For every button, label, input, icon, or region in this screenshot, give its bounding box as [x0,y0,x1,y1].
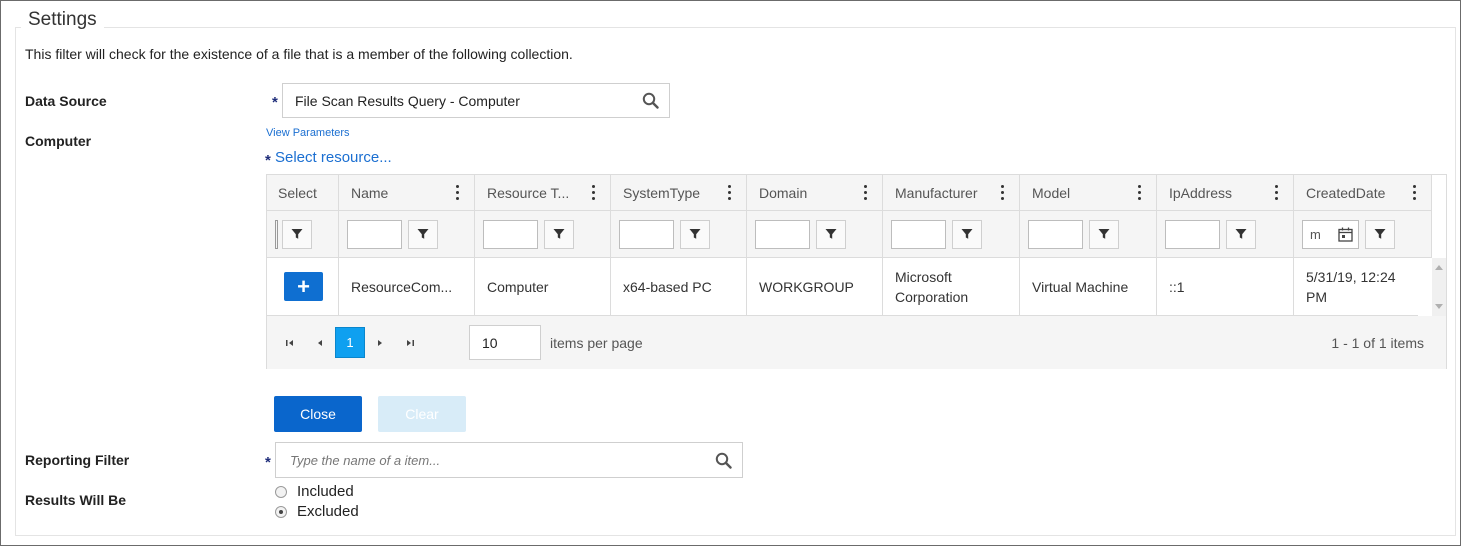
radio-label: Included [297,483,354,500]
filter-cell-select [267,211,339,257]
radio-button-selected[interactable] [275,505,287,518]
close-button[interactable]: Close [274,396,362,432]
scroll-up-icon[interactable] [1435,265,1443,270]
previous-page-icon[interactable] [305,327,335,358]
table-row: + ResourceCom... Computer x64-based PC W… [267,258,1418,316]
clear-button[interactable]: Clear [378,396,466,432]
column-menu-icon[interactable] [728,185,732,201]
column-menu-icon[interactable] [1413,185,1417,201]
data-source-required-mark: * [272,94,278,111]
reporting-filter-field[interactable] [275,442,743,478]
search-icon[interactable] [704,443,742,477]
page-size-input[interactable]: 10 [469,325,541,360]
filter-input[interactable] [275,219,278,249]
column-header-ip-address[interactable]: IpAddress [1157,175,1294,210]
filter-cell-system-type [611,211,747,257]
cell-created-date: 5/31/19, 12:24 PM [1306,268,1396,305]
reporting-filter-input[interactable] [288,451,704,469]
section-title: Settings [21,9,104,31]
column-header-resource-type[interactable]: Resource T... [475,175,611,210]
next-page-icon[interactable] [365,327,395,358]
data-source-value: File Scan Results Query - Computer [295,92,520,109]
filter-cell-name [339,211,475,257]
reporting-filter-label: Reporting Filter [25,452,130,468]
filter-cell-created-date: m [1294,211,1432,257]
calendar-icon[interactable] [1338,227,1353,245]
column-header-model[interactable]: Model [1020,175,1157,210]
column-menu-icon[interactable] [864,185,868,201]
reporting-filter-required-mark: * [265,454,271,471]
pager-info: 1 - 1 of 1 items [1331,334,1424,351]
filter-icon[interactable] [408,219,438,249]
filter-icon[interactable] [1365,219,1395,249]
filter-icon[interactable] [816,219,846,249]
filter-cell-ip-address [1157,211,1294,257]
select-resource-link[interactable]: Select resource... [275,149,392,166]
filter-icon[interactable] [952,219,982,249]
filter-icon[interactable] [282,219,312,249]
date-filter-input[interactable]: m [1302,219,1359,249]
computer-label: Computer [25,133,92,149]
column-header-name[interactable]: Name [339,175,475,210]
column-menu-icon[interactable] [1001,185,1005,201]
scroll-down-icon[interactable] [1435,304,1443,309]
column-menu-icon[interactable] [456,185,460,201]
radio-option-included[interactable]: Included [275,483,354,500]
filter-icon[interactable] [680,219,710,249]
filter-input[interactable] [347,219,402,249]
filter-cell-model [1020,211,1157,257]
cell-system-type: x64-based PC [611,258,747,315]
add-resource-button[interactable]: + [284,272,323,301]
filter-input[interactable] [755,219,810,249]
column-header-system-type[interactable]: SystemType [611,175,747,210]
cell-domain: WORKGROUP [747,258,883,315]
last-page-icon[interactable] [395,327,425,358]
cell-model: Virtual Machine [1020,258,1157,315]
page-number-button[interactable]: 1 [335,327,365,358]
filter-input[interactable] [1165,219,1220,249]
column-menu-icon[interactable] [1275,185,1279,201]
filter-input[interactable] [1028,219,1083,249]
filter-cell-manufacturer [883,211,1020,257]
column-menu-icon[interactable] [592,185,596,201]
computer-required-mark: * [265,152,271,169]
data-source-input[interactable]: File Scan Results Query - Computer [282,83,670,118]
grid-pager: 1 10 items per page 1 - 1 of 1 items [267,316,1446,369]
column-header-domain[interactable]: Domain [747,175,883,210]
column-header-manufacturer[interactable]: Manufacturer [883,175,1020,210]
column-header-select: Select [267,175,339,210]
first-page-icon[interactable] [275,327,305,358]
radio-label: Excluded [297,503,359,520]
select-cell: + [267,258,339,315]
cell-manufacturer: Microsoft Corporation [883,258,1020,315]
filter-icon[interactable] [544,219,574,249]
radio-button[interactable] [275,485,287,498]
filter-cell-resource-type [475,211,611,257]
column-menu-icon[interactable] [1138,185,1142,201]
radio-option-excluded[interactable]: Excluded [275,503,359,520]
filter-input[interactable] [483,219,538,249]
resource-grid: Select Name Resource T... SystemType Dom… [266,174,1447,369]
data-source-label: Data Source [25,93,107,109]
section-description: This filter will check for the existence… [25,46,573,62]
view-parameters-link[interactable]: View Parameters [266,127,350,139]
grid-filter-row: m [267,211,1432,258]
search-icon[interactable] [631,84,669,117]
grid-vertical-scrollbar[interactable] [1432,258,1446,316]
filter-icon[interactable] [1089,219,1119,249]
filter-input[interactable] [891,219,946,249]
items-per-page-label: items per page [550,334,643,351]
cell-resource-type: Computer [475,258,611,315]
column-header-created-date[interactable]: CreatedDate [1294,175,1432,210]
filter-input[interactable] [619,219,674,249]
cell-name: ResourceCom... [339,258,475,315]
filter-icon[interactable] [1226,219,1256,249]
grid-header: Select Name Resource T... SystemType Dom… [267,175,1432,211]
cell-ip-address: ::1 [1157,258,1294,315]
results-will-be-label: Results Will Be [25,492,127,508]
filter-cell-domain [747,211,883,257]
